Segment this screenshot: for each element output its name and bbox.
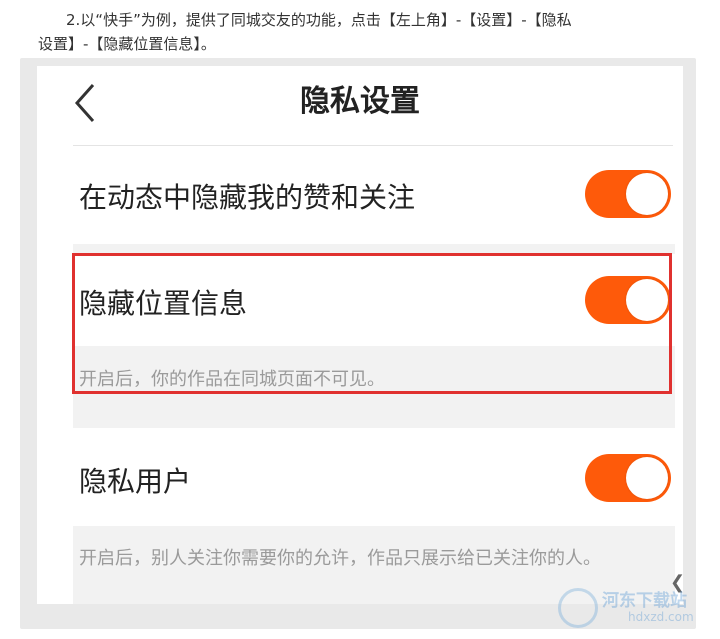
setting-row-private-user: 隐私用户 bbox=[73, 428, 675, 526]
article-line-1: 2.以“快手”为例，提供了同城交友的功能，点击【左上角】-【设置】-【隐私 bbox=[66, 11, 572, 29]
setting-row-hide-likes: 在动态中隐藏我的赞和关注 bbox=[73, 148, 675, 244]
divider bbox=[73, 145, 673, 146]
watermark-text: 河东下载站 bbox=[602, 591, 687, 611]
setting-description: 开启后，别人关注你需要你的允许，作品只展示给已关注你的人。 bbox=[79, 548, 601, 569]
toggle-hide-likes[interactable] bbox=[585, 170, 671, 218]
nav-bar: 隐私设置 bbox=[37, 66, 683, 146]
highlight-box bbox=[72, 253, 672, 394]
setting-label: 隐私用户 bbox=[79, 465, 192, 498]
watermark-logo-icon bbox=[558, 588, 598, 628]
watermark-url: hdxzd.com bbox=[628, 610, 694, 624]
toggle-knob bbox=[626, 173, 668, 215]
toggle-private-user[interactable] bbox=[585, 454, 671, 502]
page-title: 隐私设置 bbox=[300, 84, 420, 119]
watermark: 河东下载站 hdxzd.com bbox=[558, 584, 710, 632]
article-text: 2.以“快手”为例，提供了同城交友的功能，点击【左上角】-【设置】-【隐私 设置… bbox=[0, 8, 720, 56]
setting-label: 在动态中隐藏我的赞和关注 bbox=[79, 181, 416, 214]
toggle-knob bbox=[626, 457, 668, 499]
article-line-2: 设置】-【隐藏位置信息】。 bbox=[38, 35, 216, 53]
